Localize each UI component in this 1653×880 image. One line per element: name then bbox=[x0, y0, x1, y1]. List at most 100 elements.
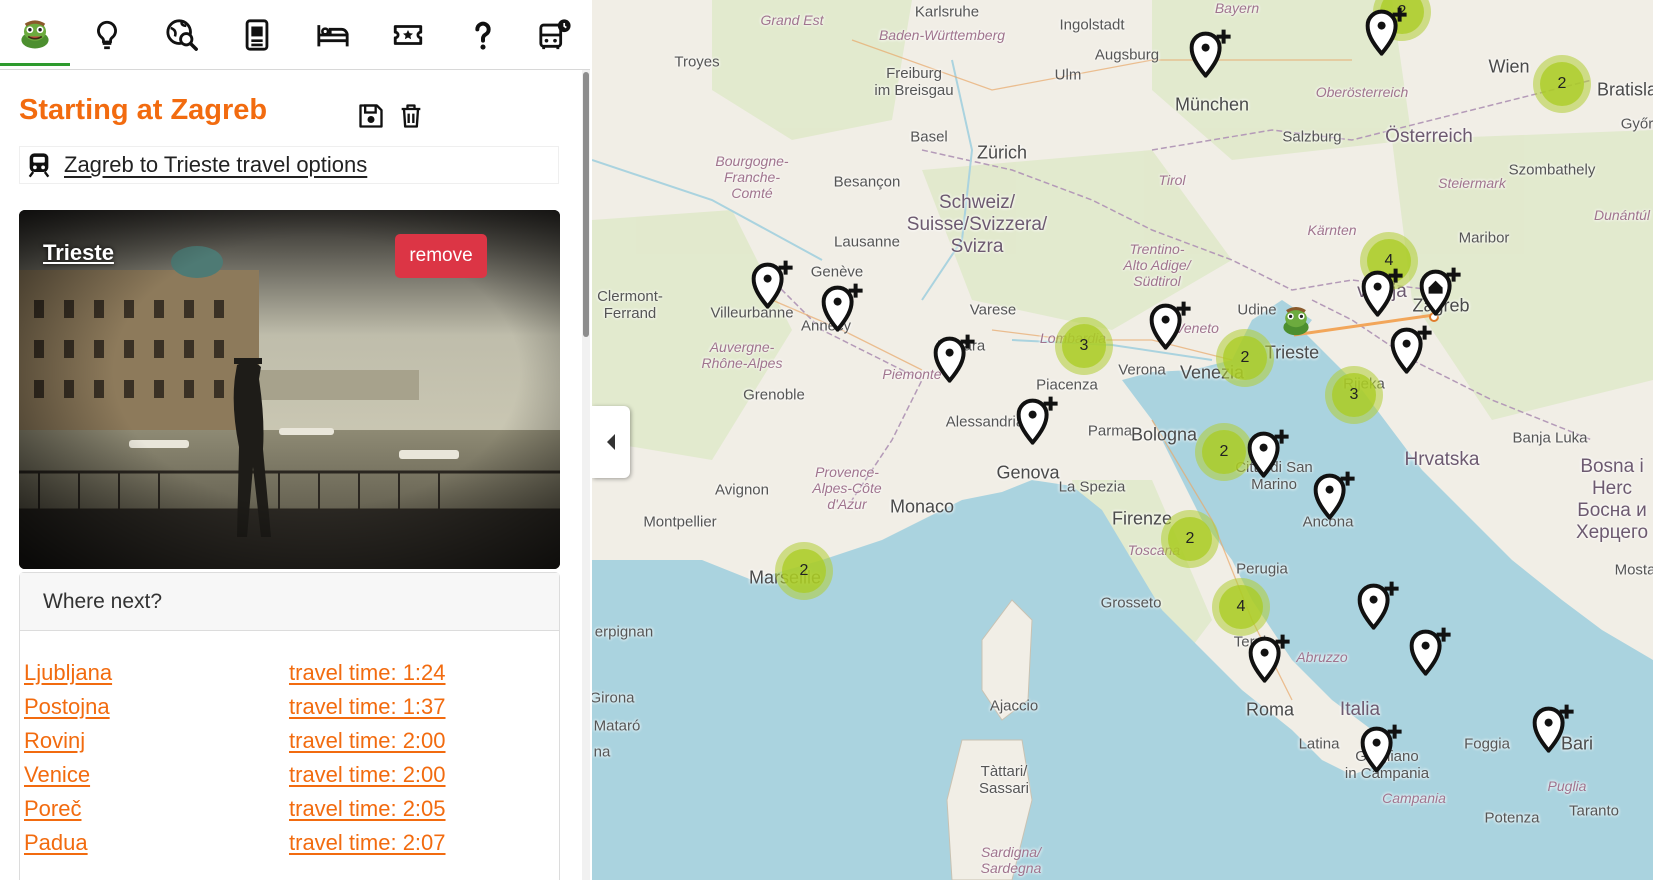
current-location-marker[interactable] bbox=[1278, 302, 1314, 338]
map-pin-plus-icon bbox=[1361, 268, 1403, 318]
trip-title: Starting at Zagreb bbox=[19, 94, 268, 126]
cluster-count: 2 bbox=[782, 549, 826, 593]
next-travel-time-link[interactable]: travel time: 1:24 bbox=[289, 660, 446, 686]
floppy-save-icon bbox=[359, 104, 383, 128]
add-place-pin[interactable] bbox=[1247, 426, 1296, 479]
question-mark-icon bbox=[475, 21, 491, 50]
map-cluster[interactable]: 4 bbox=[1212, 578, 1270, 636]
add-place-pin[interactable] bbox=[1365, 4, 1414, 57]
destination-card: Trieste remove bbox=[19, 210, 560, 569]
add-place-pin[interactable] bbox=[1357, 578, 1406, 631]
train-icon bbox=[22, 148, 56, 182]
panel-scrollbar-thumb[interactable] bbox=[583, 72, 589, 337]
where-next-header: Where next? bbox=[20, 573, 559, 631]
next-city-link[interactable]: Venice bbox=[24, 762, 90, 788]
next-city-link[interactable]: Ljubljana bbox=[24, 660, 112, 686]
next-city-link[interactable]: Padua bbox=[24, 830, 88, 856]
nav-guide[interactable] bbox=[222, 4, 292, 66]
panel-scrollbar[interactable] bbox=[582, 70, 590, 880]
map-pin-plus-icon bbox=[821, 283, 863, 333]
map-cluster[interactable]: 3 bbox=[1325, 366, 1383, 424]
travel-options-link[interactable]: Zagreb to Trieste travel options bbox=[64, 152, 367, 178]
map-pin-plus-icon bbox=[1532, 704, 1574, 754]
add-place-pin[interactable] bbox=[1149, 298, 1198, 351]
add-place-pin[interactable] bbox=[821, 280, 870, 333]
app-root: Starting at Zagreb Zagreb to Trieste tra… bbox=[0, 0, 1653, 880]
add-place-pin[interactable] bbox=[1313, 468, 1362, 521]
map-cluster[interactable]: 2 bbox=[1195, 423, 1253, 481]
cluster-count: 3 bbox=[1062, 324, 1106, 368]
where-next-box: Where next? Ljubljana travel time: 1:24 … bbox=[19, 572, 560, 880]
next-row: Poreč travel time: 2:05 bbox=[24, 796, 524, 830]
nav-transport-schedule[interactable] bbox=[520, 4, 590, 66]
lightbulb-icon bbox=[97, 20, 117, 50]
add-place-pin[interactable] bbox=[1189, 26, 1238, 79]
bus-clock-icon bbox=[539, 19, 571, 50]
map-cluster[interactable]: 2 bbox=[1533, 55, 1591, 113]
next-travel-time-link[interactable]: travel time: 2:07 bbox=[289, 830, 446, 856]
map-cluster[interactable]: 2 bbox=[1161, 510, 1219, 568]
home-logo-icon bbox=[21, 19, 49, 48]
next-row: Postojna travel time: 1:37 bbox=[24, 694, 524, 728]
map-pin-plus-icon bbox=[1409, 627, 1451, 677]
nav-tickets[interactable] bbox=[373, 4, 443, 66]
cluster-count: 2 bbox=[1223, 336, 1267, 380]
frog-mascot-icon bbox=[1283, 306, 1309, 336]
map-cluster[interactable]: 2 bbox=[1216, 329, 1274, 387]
globe-search-icon bbox=[166, 19, 198, 51]
trash-icon bbox=[401, 104, 421, 128]
travel-options-row: Zagreb to Trieste travel options bbox=[19, 146, 559, 184]
next-row: Rovinj travel time: 2:00 bbox=[24, 728, 524, 762]
delete-trip-button[interactable] bbox=[395, 100, 427, 132]
map-pin-plus-icon bbox=[1357, 581, 1399, 631]
map-cluster[interactable]: 3 bbox=[1055, 317, 1113, 375]
next-travel-time-link[interactable]: travel time: 2:00 bbox=[289, 728, 446, 754]
map-view[interactable]: Grand Est Karlsruhe Baden-Württemberg In… bbox=[592, 0, 1653, 880]
next-city-link[interactable]: Postojna bbox=[24, 694, 110, 720]
add-place-pin[interactable] bbox=[1409, 624, 1458, 677]
destination-name-link[interactable]: Trieste bbox=[43, 240, 114, 266]
next-row: Padua travel time: 2:07 bbox=[24, 830, 524, 864]
add-place-pin[interactable] bbox=[933, 331, 982, 384]
nav-search-places[interactable] bbox=[147, 4, 217, 66]
map-pin-home-icon bbox=[1419, 267, 1461, 317]
cluster-count: 4 bbox=[1219, 585, 1263, 629]
map-pin-plus-icon bbox=[1365, 7, 1407, 57]
add-place-pin[interactable] bbox=[751, 257, 800, 310]
cluster-count: 2 bbox=[1540, 62, 1584, 106]
trip-panel: Starting at Zagreb Zagreb to Trieste tra… bbox=[0, 0, 590, 880]
chevron-left-icon bbox=[607, 434, 615, 450]
next-city-link[interactable]: Poreč bbox=[24, 796, 81, 822]
cluster-count: 2 bbox=[1168, 517, 1212, 561]
save-trip-button[interactable] bbox=[355, 100, 387, 132]
map-pin-plus-icon bbox=[1248, 634, 1290, 684]
guide-book-icon bbox=[245, 19, 269, 51]
map-pin-plus-icon bbox=[1390, 325, 1432, 375]
add-place-pin[interactable] bbox=[1360, 721, 1409, 774]
map-pin-plus-icon bbox=[1360, 724, 1402, 774]
add-place-pin[interactable] bbox=[1016, 393, 1065, 446]
add-place-pin[interactable] bbox=[1361, 265, 1410, 318]
add-place-pin[interactable] bbox=[1390, 322, 1439, 375]
map-cluster[interactable]: 2 bbox=[775, 542, 833, 600]
nav-ideas[interactable] bbox=[72, 4, 142, 66]
next-travel-time-link[interactable]: travel time: 1:37 bbox=[289, 694, 446, 720]
nav-hotels[interactable] bbox=[298, 4, 368, 66]
next-row: Ljubljana travel time: 1:24 bbox=[24, 660, 524, 694]
cluster-count: 2 bbox=[1202, 430, 1246, 474]
remove-destination-button[interactable]: remove bbox=[395, 234, 487, 278]
collapse-panel-button[interactable] bbox=[592, 406, 630, 478]
nav-help[interactable] bbox=[448, 4, 518, 66]
next-city-link[interactable]: Rovinj bbox=[24, 728, 85, 754]
ticket-star-icon bbox=[393, 25, 423, 45]
next-row: Venice travel time: 2:00 bbox=[24, 762, 524, 796]
next-travel-time-link[interactable]: travel time: 2:00 bbox=[289, 762, 446, 788]
map-pin-plus-icon bbox=[933, 334, 975, 384]
add-place-pin[interactable] bbox=[1248, 631, 1297, 684]
map-pin-plus-icon bbox=[751, 260, 793, 310]
map-pin-plus-icon bbox=[1016, 396, 1058, 446]
nav-home[interactable] bbox=[0, 4, 70, 66]
start-city-pin[interactable] bbox=[1419, 264, 1468, 317]
add-place-pin[interactable] bbox=[1532, 701, 1581, 754]
next-travel-time-link[interactable]: travel time: 2:05 bbox=[289, 796, 446, 822]
